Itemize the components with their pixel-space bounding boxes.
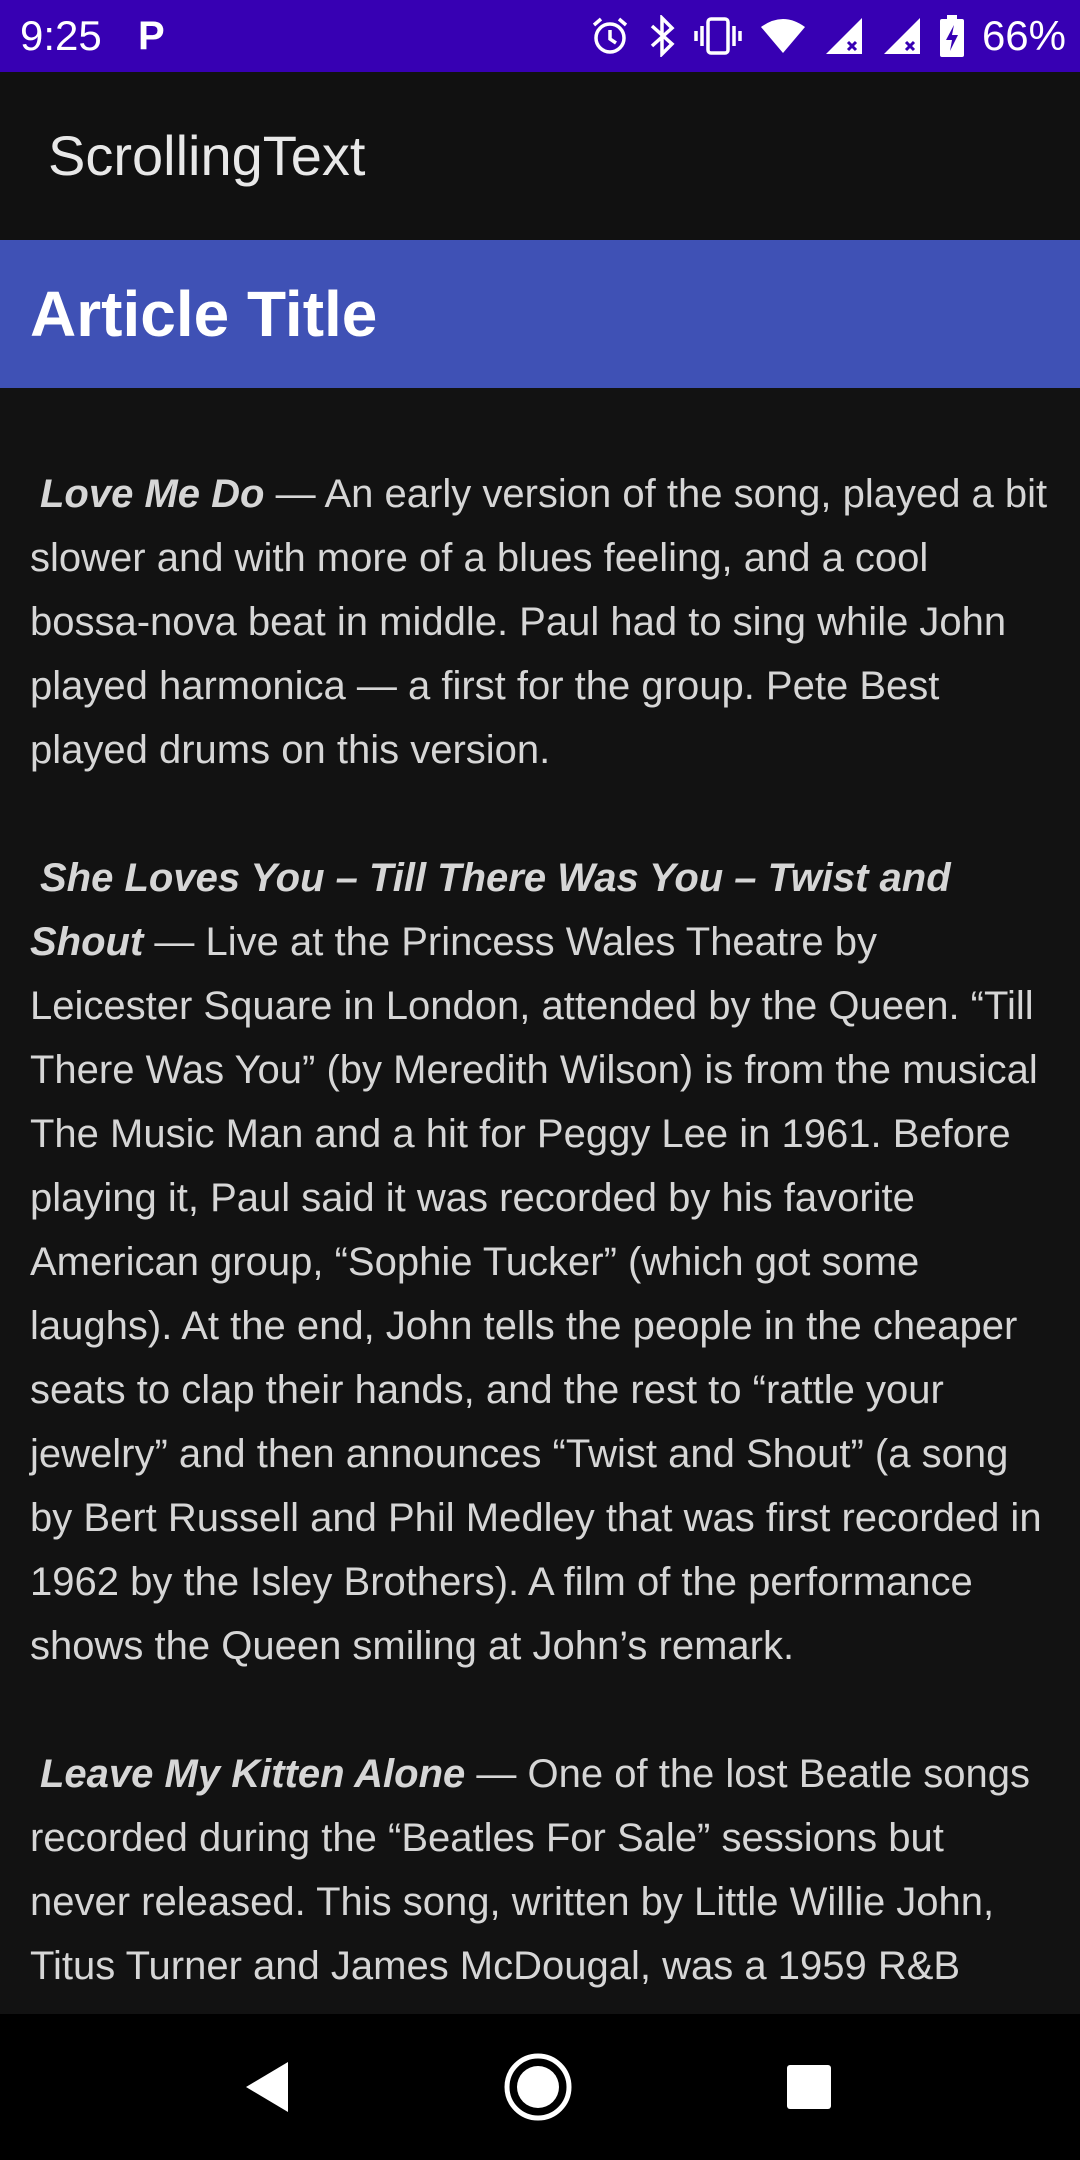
app-title: ScrollingText bbox=[48, 124, 366, 187]
navigation-bar bbox=[0, 2014, 1080, 2160]
article-header: Article Title bbox=[0, 240, 1080, 388]
song-title: Love Me Do bbox=[40, 472, 265, 516]
recents-icon bbox=[787, 2065, 831, 2109]
app-bar: ScrollingText bbox=[0, 72, 1080, 240]
vibrate-icon bbox=[694, 16, 742, 56]
battery-percent: 66% bbox=[981, 12, 1066, 59]
signal-icon bbox=[882, 16, 922, 56]
home-icon bbox=[504, 2053, 572, 2121]
article-scroll-view[interactable]: Love Me Do — An early version of the son… bbox=[0, 388, 1080, 2014]
article-paragraph: She Loves You – Till There Was You – Twi… bbox=[30, 846, 1050, 1678]
home-button[interactable] bbox=[503, 2052, 573, 2122]
paragraph-text: — Live at the Princess Wales Theatre by … bbox=[30, 920, 1042, 1668]
wifi-icon bbox=[760, 17, 806, 55]
back-button[interactable] bbox=[232, 2052, 302, 2122]
bluetooth-icon bbox=[648, 15, 676, 57]
article-title: Article Title bbox=[30, 278, 378, 350]
back-icon bbox=[246, 2062, 288, 2112]
parking-app-icon: P bbox=[138, 14, 165, 58]
status-bar: 9:25 P 66% bbox=[0, 0, 1080, 72]
alarm-icon bbox=[590, 16, 630, 56]
status-icons: 66% bbox=[590, 10, 1066, 62]
recents-button[interactable] bbox=[774, 2052, 844, 2122]
article-paragraph: Leave My Kitten Alone — One of the lost … bbox=[30, 1742, 1050, 1998]
paragraph-text: — An early version of the song, played a… bbox=[30, 472, 1048, 772]
article-paragraph: Love Me Do — An early version of the son… bbox=[30, 462, 1050, 782]
song-title: Leave My Kitten Alone bbox=[40, 1752, 466, 1796]
signal-icon bbox=[824, 16, 864, 56]
article-body: Love Me Do — An early version of the son… bbox=[30, 462, 1050, 2014]
battery-charging-icon bbox=[939, 15, 964, 57]
status-time: 9:25 bbox=[20, 12, 102, 59]
